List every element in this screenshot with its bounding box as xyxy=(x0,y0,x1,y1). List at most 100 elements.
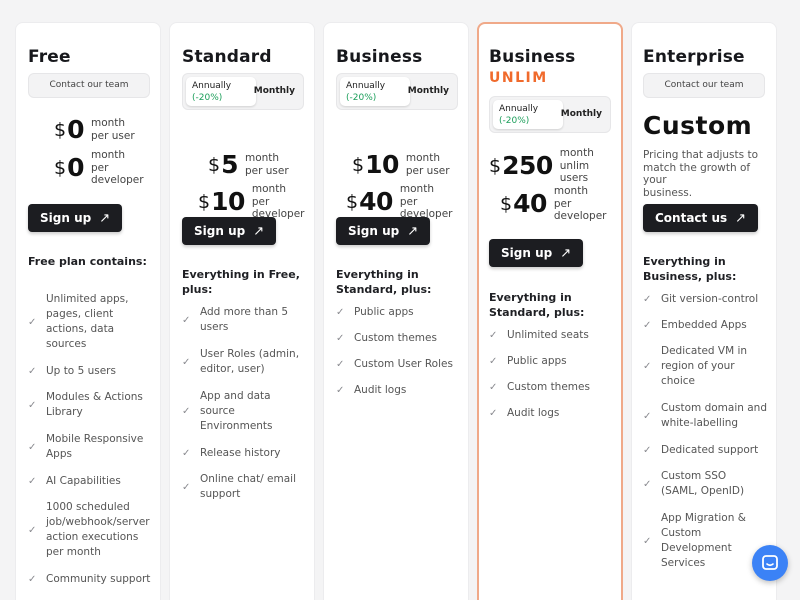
billing-toggle: Annually (-20%) Monthly xyxy=(489,96,611,133)
check-icon: ✓ xyxy=(336,359,345,370)
feature-item: ✓ Mobile Responsive Apps xyxy=(28,433,144,460)
check-icon: ✓ xyxy=(28,441,37,453)
plan-card-free: Free Contact our team $ 0 month per user … xyxy=(15,22,161,600)
feature-item: ✓ App Migration & Custom Development Servic… xyxy=(643,512,746,569)
sign-up-button[interactable]: Sign up ↗ xyxy=(182,217,277,245)
billing-annually-option[interactable]: Annually (-20%) xyxy=(340,77,410,106)
feature-item: ✓ Modules & Actions Library xyxy=(28,391,143,418)
price-per-developer: $ 10 month per developer xyxy=(198,183,305,220)
feature-item: ✓ Community support xyxy=(28,573,151,585)
feature-item: ✓ Custom themes xyxy=(489,381,590,393)
price-per-developer: $ 40 month per developer xyxy=(346,183,453,220)
check-icon: ✓ xyxy=(643,478,652,490)
check-icon: ✓ xyxy=(489,330,498,341)
check-icon: ✓ xyxy=(28,476,37,487)
arrow-up-right-icon: ↗ xyxy=(560,246,572,261)
check-icon: ✓ xyxy=(336,385,345,396)
plan-subtitle: UNLIM xyxy=(489,70,548,86)
custom-price-label: Custom xyxy=(643,111,753,140)
price-unit: month per user xyxy=(91,117,135,142)
feature-item: ✓ Up to 5 users xyxy=(28,365,116,377)
feature-item: ✓ Git version-control xyxy=(643,293,759,305)
check-icon: ✓ xyxy=(28,524,37,536)
price-amount: 10 xyxy=(211,187,245,217)
price-amount: 0 xyxy=(67,115,84,144)
feature-item: ✓ User Roles (admin, editor, user) xyxy=(182,348,300,375)
feature-item: ✓ Online chat/ email support xyxy=(182,473,297,500)
sign-up-button[interactable]: Sign up ↗ xyxy=(28,204,123,232)
billing-monthly-option[interactable]: Monthly xyxy=(408,86,449,96)
check-icon: ✓ xyxy=(182,356,191,368)
feature-item: ✓ Embedded Apps xyxy=(643,319,747,331)
features-heading: Free plan contains: xyxy=(28,255,147,268)
price-per-user: $ 5 month per user xyxy=(208,150,289,179)
plan-title: Standard xyxy=(182,47,272,67)
price-amount: 40 xyxy=(359,187,393,217)
chat-icon xyxy=(762,555,778,570)
billing-monthly-option[interactable]: Monthly xyxy=(561,109,602,119)
features-heading: Everything in Business, plus: xyxy=(643,255,737,283)
feature-item: ✓ Audit logs xyxy=(336,384,407,396)
feature-item: ✓ Add more than 5 users xyxy=(182,306,289,333)
check-icon: ✓ xyxy=(643,535,652,547)
check-icon: ✓ xyxy=(489,408,498,419)
price-unit: month per user xyxy=(245,152,289,177)
price-per-user: $ 250 month unlim users xyxy=(489,147,594,184)
check-icon: ✓ xyxy=(489,356,498,367)
feature-item: ✓ Custom domain and white-labelling xyxy=(643,402,767,429)
feature-item: ✓ Custom User Roles xyxy=(336,358,453,370)
chat-launcher-button[interactable] xyxy=(752,545,788,581)
feature-item: ✓ Custom themes xyxy=(336,332,437,344)
plan-card-business-unlim: Business UNLIM Annually (-20%) Monthly $… xyxy=(477,22,623,600)
billing-annually-option[interactable]: Annually (-20%) xyxy=(186,77,256,106)
feature-item: ✓ Unlimited seats xyxy=(489,329,589,341)
check-icon: ✓ xyxy=(28,399,37,411)
feature-item: ✓ Unlimited apps, pages, client actions, d… xyxy=(28,293,129,350)
check-icon: ✓ xyxy=(643,410,652,422)
plan-title: Business xyxy=(489,47,576,67)
check-icon: ✓ xyxy=(643,361,652,372)
price-amount: 40 xyxy=(513,189,547,219)
plan-title: Enterprise xyxy=(643,47,745,67)
feature-item: ✓ Release history xyxy=(182,447,281,459)
billing-toggle: Annually (-20%) Monthly xyxy=(336,73,458,110)
billing-annually-option[interactable]: Annually (-20%) xyxy=(493,100,563,129)
discount-badge: (-20%) xyxy=(499,116,530,126)
price-amount: 10 xyxy=(365,150,399,179)
check-icon: ✓ xyxy=(28,316,37,328)
plan-card-business: Business Annually (-20%) Monthly $ 10 mo… xyxy=(323,22,469,600)
feature-item: ✓ Custom SSO (SAML, OpenID) xyxy=(643,470,745,497)
billing-toggle: Annually (-20%) Monthly xyxy=(182,73,304,110)
check-icon: ✓ xyxy=(182,448,191,459)
check-icon: ✓ xyxy=(336,333,345,344)
check-icon: ✓ xyxy=(182,314,191,326)
discount-badge: (-20%) xyxy=(192,93,223,103)
sign-up-button[interactable]: Sign up ↗ xyxy=(489,239,584,267)
feature-item: ✓ App and data source Environments xyxy=(182,390,273,432)
feature-item: ✓ Public apps xyxy=(336,306,414,318)
contact-team-button[interactable]: Contact our team xyxy=(643,73,765,98)
feature-item: ✓ Audit logs xyxy=(489,407,560,419)
plan-card-enterprise: Enterprise Contact our team Custom Prici… xyxy=(631,22,777,600)
billing-monthly-option[interactable]: Monthly xyxy=(254,86,295,96)
features-heading: Everything in Standard, plus: xyxy=(336,268,432,296)
price-per-developer: $ 0 month per developer xyxy=(54,149,144,186)
price-amount: 0 xyxy=(67,153,84,183)
check-icon: ✓ xyxy=(182,406,191,417)
check-icon: ✓ xyxy=(336,307,345,318)
price-unit: month unlim users xyxy=(559,147,594,184)
sign-up-button[interactable]: Sign up ↗ xyxy=(336,217,431,245)
arrow-up-right-icon: ↗ xyxy=(407,224,419,239)
price-unit: month per developer xyxy=(399,183,453,220)
price-unit: month per developer xyxy=(251,183,305,220)
features-heading: Everything in Standard, plus: xyxy=(489,291,585,319)
price-unit: month per developer xyxy=(553,185,607,222)
check-icon: ✓ xyxy=(643,320,652,331)
contact-us-button[interactable]: Contact us ↗ xyxy=(643,204,759,232)
feature-item: ✓ Dedicated support xyxy=(643,444,759,456)
contact-team-button[interactable]: Contact our team xyxy=(28,73,150,98)
feature-item: ✓ 1000 scheduled job/webhook/server action… xyxy=(28,501,150,558)
check-icon: ✓ xyxy=(28,574,37,585)
check-icon: ✓ xyxy=(28,366,37,377)
features-heading: Everything in Free, plus: xyxy=(182,268,300,296)
